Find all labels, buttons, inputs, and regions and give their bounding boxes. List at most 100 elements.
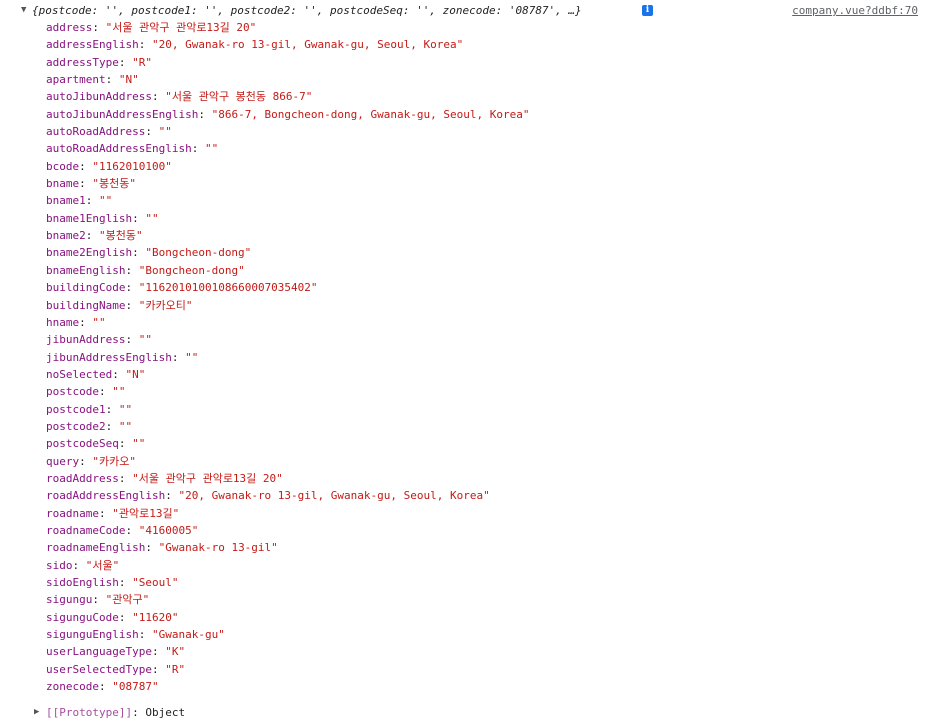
property-row[interactable]: sidoEnglish: "Seoul" xyxy=(46,574,529,591)
property-row[interactable]: jibunAddress: "" xyxy=(46,331,529,348)
property-row[interactable]: autoRoadAddressEnglish: "" xyxy=(46,140,529,157)
property-value[interactable]: "관악구" xyxy=(106,593,150,606)
property-value[interactable]: "R" xyxy=(165,663,185,676)
property-value[interactable]: "Gwanak-gu" xyxy=(152,628,225,641)
property-value[interactable]: "" xyxy=(92,316,105,329)
property-value[interactable]: "" xyxy=(145,212,158,225)
property-value[interactable]: "" xyxy=(99,194,112,207)
property-value[interactable]: "" xyxy=(205,142,218,155)
property-value[interactable]: "K" xyxy=(165,645,185,658)
property-key: jibunAddress xyxy=(46,333,126,347)
property-row[interactable]: roadAddressEnglish: "20, Gwanak-ro 13-gi… xyxy=(46,487,529,504)
property-key: autoJibunAddressEnglish xyxy=(46,107,199,121)
property-row[interactable]: postcode: "" xyxy=(46,383,529,400)
property-key: roadAddressEnglish xyxy=(46,489,166,503)
object-summary-row[interactable]: ▼ {postcode: '', postcode1: '', postcode… xyxy=(0,2,931,19)
property-value[interactable]: "1162010100" xyxy=(92,160,171,173)
property-value[interactable]: "" xyxy=(119,420,132,433)
property-row[interactable]: bname1English: "" xyxy=(46,210,529,227)
property-row[interactable]: postcodeSeq: "" xyxy=(46,435,529,452)
expand-arrow-icon[interactable]: ▶ xyxy=(34,704,39,721)
property-row[interactable]: bcode: "1162010100" xyxy=(46,158,529,175)
property-row[interactable]: bname: "봉천동" xyxy=(46,175,529,192)
property-row[interactable]: apartment: "N" xyxy=(46,71,529,88)
property-value[interactable]: "4160005" xyxy=(139,524,199,537)
property-row[interactable]: query: "카카오" xyxy=(46,453,529,470)
property-value[interactable]: "서울 관악구 관악로13길 20" xyxy=(106,21,257,34)
property-value[interactable]: "Seoul" xyxy=(132,576,178,589)
property-value[interactable]: "카카오" xyxy=(92,455,136,468)
property-value[interactable]: "N" xyxy=(119,73,139,86)
property-row[interactable]: roadnameCode: "4160005" xyxy=(46,522,529,539)
property-row[interactable]: noSelected: "N" xyxy=(46,366,529,383)
property-value[interactable]: "카카오티" xyxy=(139,299,193,312)
property-key: roadname xyxy=(46,506,99,520)
property-value[interactable]: "" xyxy=(119,403,132,416)
property-row[interactable]: bname1: "" xyxy=(46,192,529,209)
property-value[interactable]: "1162010100108660007035402" xyxy=(139,281,318,294)
console-output: ▼ {postcode: '', postcode1: '', postcode… xyxy=(0,0,931,727)
property-row[interactable]: roadname: "관악로13길" xyxy=(46,505,529,522)
property-row[interactable]: bname2: "봉천동" xyxy=(46,227,529,244)
property-row[interactable]: addressEnglish: "20, Gwanak-ro 13-gil, G… xyxy=(46,36,529,53)
property-value[interactable]: "" xyxy=(112,385,125,398)
property-value[interactable]: "11620" xyxy=(132,611,178,624)
property-row[interactable]: userSelectedType: "R" xyxy=(46,661,529,678)
property-row[interactable]: roadAddress: "서울 관악구 관악로13길 20" xyxy=(46,470,529,487)
property-row[interactable]: zonecode: "08787" xyxy=(46,678,529,695)
property-value[interactable]: "20, Gwanak-ro 13-gil, Gwanak-gu, Seoul,… xyxy=(152,38,463,51)
property-value[interactable]: "866-7, Bongcheon-dong, Gwanak-gu, Seoul… xyxy=(212,108,530,121)
property-value[interactable]: "봉천동" xyxy=(99,229,143,242)
property-value[interactable]: "R" xyxy=(132,56,152,69)
prototype-row[interactable]: ▶ [[Prototype]]: Object xyxy=(0,704,931,721)
property-row[interactable]: bname2English: "Bongcheon-dong" xyxy=(46,244,529,261)
property-key: bname xyxy=(46,177,80,191)
property-row[interactable]: jibunAddressEnglish: "" xyxy=(46,349,529,366)
property-row[interactable]: autoJibunAddressEnglish: "866-7, Bongche… xyxy=(46,106,529,123)
property-key: postcode2 xyxy=(46,419,106,433)
property-row[interactable]: bnameEnglish: "Bongcheon-dong" xyxy=(46,262,529,279)
property-value[interactable]: "N" xyxy=(125,368,145,381)
property-value[interactable]: "" xyxy=(159,125,172,138)
source-location-link[interactable]: company.vue?ddbf:70 xyxy=(792,2,918,19)
property-value[interactable]: "서울 관악구 봉천동 866-7" xyxy=(165,90,312,103)
property-value[interactable]: "서울 관악구 관악로13길 20" xyxy=(132,472,283,485)
property-row[interactable]: address: "서울 관악구 관악로13길 20" xyxy=(46,19,529,36)
property-row[interactable]: autoJibunAddress: "서울 관악구 봉천동 866-7" xyxy=(46,88,529,105)
property-row[interactable]: sigungu: "관악구" xyxy=(46,591,529,608)
property-row[interactable]: sigunguEnglish: "Gwanak-gu" xyxy=(46,626,529,643)
property-row[interactable]: hname: "" xyxy=(46,314,529,331)
property-row[interactable]: postcode1: "" xyxy=(46,401,529,418)
property-row[interactable]: userLanguageType: "K" xyxy=(46,643,529,660)
property-row[interactable]: autoRoadAddress: "" xyxy=(46,123,529,140)
prototype-entry[interactable]: [[Prototype]]: Object xyxy=(46,704,185,721)
property-value[interactable]: "" xyxy=(185,351,198,364)
object-preview[interactable]: {postcode: '', postcode1: '', postcode2:… xyxy=(32,2,582,19)
info-icon[interactable]: i xyxy=(642,5,653,16)
property-value[interactable]: "Bongcheon-dong" xyxy=(145,246,251,259)
property-row[interactable]: sido: "서울" xyxy=(46,557,529,574)
property-key: buildingName xyxy=(46,298,126,312)
property-value[interactable]: "" xyxy=(132,437,145,450)
object-properties-list: address: "서울 관악구 관악로13길 20" addressEnglis… xyxy=(46,19,529,695)
property-value[interactable]: "봉천동" xyxy=(92,177,136,190)
property-row[interactable]: sigunguCode: "11620" xyxy=(46,609,529,626)
property-row[interactable]: buildingName: "카카오티" xyxy=(46,297,529,314)
property-value[interactable]: "" xyxy=(139,333,152,346)
property-key: postcode xyxy=(46,385,99,399)
property-value[interactable]: "08787" xyxy=(112,680,158,693)
property-value[interactable]: "Gwanak-ro 13-gil" xyxy=(159,541,278,554)
property-row[interactable]: roadnameEnglish: "Gwanak-ro 13-gil" xyxy=(46,539,529,556)
property-key: userSelectedType xyxy=(46,662,152,676)
property-value[interactable]: "서울" xyxy=(86,559,120,572)
property-row[interactable]: postcode2: "" xyxy=(46,418,529,435)
property-row[interactable]: addressType: "R" xyxy=(46,54,529,71)
property-key: roadnameEnglish xyxy=(46,541,146,555)
property-row[interactable]: buildingCode: "1162010100108660007035402… xyxy=(46,279,529,296)
property-key: autoRoadAddress xyxy=(46,125,146,139)
property-key: address xyxy=(46,21,93,34)
expand-collapse-icon[interactable]: ▼ xyxy=(21,2,31,19)
property-value[interactable]: "20, Gwanak-ro 13-gil, Gwanak-gu, Seoul,… xyxy=(178,489,489,502)
property-value[interactable]: "Bongcheon-dong" xyxy=(139,264,245,277)
property-value[interactable]: "관악로13길" xyxy=(112,507,179,520)
